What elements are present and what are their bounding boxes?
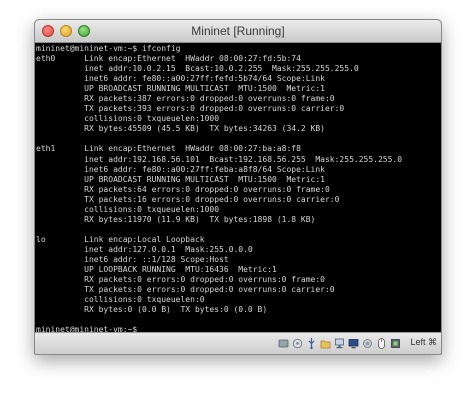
terminal-line: RX bytes:45509 (45.5 KB) TX bytes:34263 … (36, 124, 325, 134)
display-icon[interactable] (348, 337, 359, 350)
terminal-line: RX bytes:11970 (11.9 KB) TX bytes:1898 (… (36, 214, 316, 224)
terminal-line: lo Link encap:Local Loopback (36, 234, 205, 244)
network-icon[interactable] (334, 337, 345, 350)
hard-disk-icon[interactable] (278, 337, 289, 350)
terminal-line: collisions:0 txqueuelen:1000 (36, 114, 220, 124)
terminal-line: mininet@mininet-vm:~$ ifconfig (36, 44, 181, 53)
terminal-line: UP LOOPBACK RUNNING MTU:16436 Metric:1 (36, 265, 277, 275)
terminal-line: inet6 addr: fe80::a00:27ff:feba:a8f8/64 … (36, 164, 325, 174)
terminal-line: inet addr:192.168.56.101 Bcast:192.168.5… (36, 154, 403, 164)
title-bar[interactable]: Mininet [Running] (35, 20, 441, 43)
recording-icon[interactable] (362, 337, 373, 350)
terminal-line: inet6 addr: ::1/128 Scope:Host (36, 254, 229, 264)
terminal-line: RX packets:387 errors:0 dropped:0 overru… (36, 94, 335, 104)
terminal-line: collisions:0 txqueuelen:0 (36, 295, 205, 305)
terminal-line: eth1 Link encap:Ethernet HWaddr 08:00:27… (36, 144, 301, 154)
terminal-line: inet addr:10.0.2.15 Bcast:10.0.2.255 Mas… (36, 64, 359, 74)
host-key-label: Left ⌘ (410, 337, 437, 347)
terminal-line: collisions:0 txqueuelen:1000 (36, 204, 220, 214)
terminal-line: inet addr:127.0.0.1 Mask:255.0.0.0 (36, 244, 253, 254)
status-bar: Left ⌘ (35, 332, 441, 354)
shared-folders-icon[interactable] (320, 337, 331, 350)
terminal-line: TX packets:0 errors:0 dropped:0 overruns… (36, 285, 335, 295)
terminal-line: mininet@mininet-vm:~$ _ (36, 325, 147, 332)
terminal-line: RX packets:0 errors:0 dropped:0 overruns… (36, 275, 325, 285)
terminal-line: eth0 Link encap:Ethernet HWaddr 08:00:27… (36, 54, 301, 64)
status-icons (278, 337, 401, 351)
terminal-output: mininet@mininet-vm:~$ ifconfig eth0 Link … (36, 44, 402, 332)
terminal-line: UP BROADCAST RUNNING MULTICAST MTU:1500 … (36, 84, 325, 94)
terminal-line: UP BROADCAST RUNNING MULTICAST MTU:1500 … (36, 174, 325, 184)
terminal-line: RX packets:64 errors:0 dropped:0 overrun… (36, 184, 330, 194)
window-title: Mininet [Running] (191, 24, 285, 38)
optical-drive-icon[interactable] (292, 337, 303, 350)
vm-screen[interactable]: mininet@mininet-vm:~$ ifconfig eth0 Link … (35, 43, 441, 332)
terminal-line: TX packets:393 errors:0 dropped:0 overru… (36, 104, 345, 114)
virtualbox-window: Mininet [Running] mininet@mininet-vm:~$ … (34, 19, 442, 355)
terminal-line: RX bytes:0 (0.0 B) TX bytes:0 (0.0 B) (36, 305, 268, 315)
cpu-activity-icon[interactable] (390, 337, 401, 350)
usb-icon[interactable] (306, 337, 317, 350)
terminal-line: TX packets:16 errors:0 dropped:0 overrun… (36, 194, 340, 204)
mouse-integration-icon[interactable] (376, 337, 387, 350)
terminal-line: inet6 addr: fe80::a00:27ff:fefd:5b74/64 … (36, 74, 325, 84)
